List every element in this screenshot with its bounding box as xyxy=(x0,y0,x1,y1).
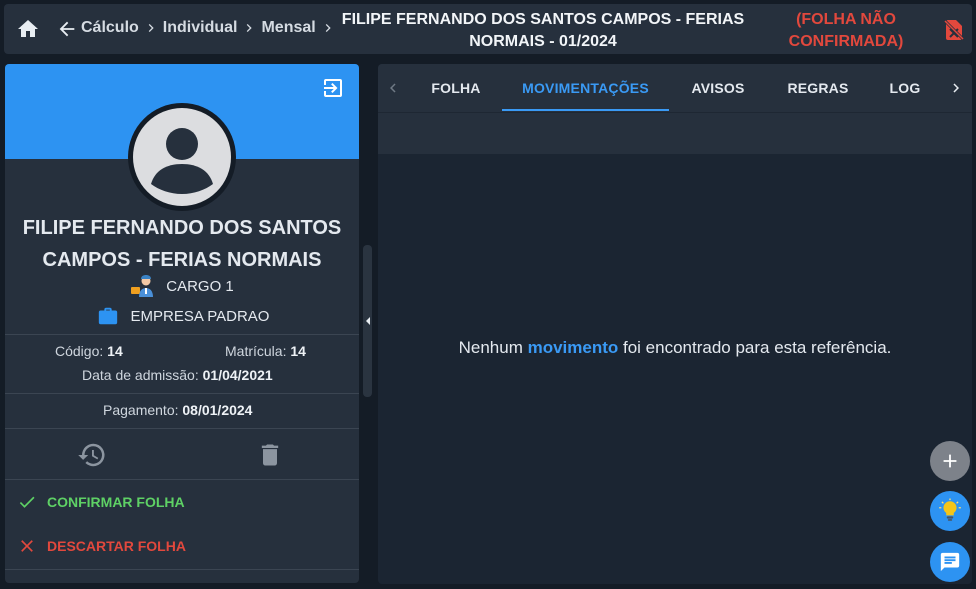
breadcrumb-item-individual[interactable]: Individual xyxy=(163,19,238,37)
chevron-left-icon[interactable] xyxy=(381,76,405,100)
divider xyxy=(5,428,359,429)
chevron-left-icon xyxy=(366,317,370,325)
tab-regras[interactable]: REGRAS xyxy=(776,64,860,112)
chevron-right-icon[interactable] xyxy=(944,76,968,100)
discard-payroll-label: DESCARTAR FOLHA xyxy=(47,538,186,554)
check-icon xyxy=(17,492,37,512)
document-off-icon[interactable] xyxy=(942,18,966,42)
employee-name: FILIPE FERNANDO DOS SANTOS CAMPOS - FERI… xyxy=(22,217,342,271)
top-bar: Cálculo Individual Mensal FILIPE FERNAND… xyxy=(4,4,972,54)
tab-avisos[interactable]: AVISOS xyxy=(676,64,760,112)
panel-splitter[interactable] xyxy=(363,245,372,397)
breadcrumb-item-mensal[interactable]: Mensal xyxy=(261,19,315,37)
tab-movimentacoes[interactable]: MOVIMENTAÇÕES xyxy=(502,64,669,112)
tips-button[interactable] xyxy=(930,491,970,531)
empresa-row: EMPRESA PADRAO xyxy=(5,304,359,328)
page-title: FILIPE FERNANDO DOS SANTOS CAMPOS - FERI… xyxy=(341,11,745,50)
tab-log[interactable]: LOG xyxy=(872,64,938,112)
home-icon[interactable] xyxy=(16,17,40,41)
trash-icon[interactable] xyxy=(255,440,285,470)
breadcrumb: Cálculo Individual Mensal xyxy=(81,19,340,37)
chat-button[interactable] xyxy=(930,542,970,582)
add-button[interactable] xyxy=(930,441,970,481)
matricula-label: Matrícula: xyxy=(225,343,287,359)
codigo-field: Código: 14 xyxy=(55,343,123,359)
divider xyxy=(5,393,359,394)
cargo-label: CARGO 1 xyxy=(166,277,234,295)
codigo-label: Código: xyxy=(55,343,104,359)
plus-icon xyxy=(943,454,957,468)
employee-panel: FILIPE FERNANDO DOS SANTOS CAMPOS - FERI… xyxy=(5,64,359,583)
chat-icon xyxy=(940,552,960,572)
empresa-label: EMPRESA PADRAO xyxy=(130,307,270,325)
pagamento-label: Pagamento: xyxy=(103,402,179,418)
matricula-field: Matrícula: 14 xyxy=(225,343,306,359)
restore-icon[interactable] xyxy=(77,440,107,470)
tab-bar: FOLHA MOVIMENTAÇÕES AVISOS REGRAS LOG xyxy=(378,64,972,112)
matricula-value: 14 xyxy=(290,343,306,359)
person-icon xyxy=(133,108,231,206)
worker-icon xyxy=(130,274,156,298)
chevron-right-icon xyxy=(240,19,258,37)
chevron-right-icon xyxy=(142,19,160,37)
cargo-row: CARGO 1 xyxy=(5,274,359,298)
empty-state-prefix: Nenhum xyxy=(458,338,528,357)
empty-state-highlight: movimento xyxy=(527,338,619,357)
exit-icon[interactable] xyxy=(321,76,345,100)
avatar xyxy=(128,103,236,211)
admissao-field: Data de admissão: 01/04/2021 xyxy=(82,367,273,383)
confirm-payroll-button[interactable]: CONFIRMAR FOLHA xyxy=(5,480,359,524)
discard-payroll-button[interactable]: DESCARTAR FOLHA xyxy=(5,524,359,568)
arrow-left-icon[interactable] xyxy=(56,18,78,40)
divider xyxy=(5,334,359,335)
pagamento-value: 08/01/2024 xyxy=(182,402,253,418)
admissao-label: Data de admissão: xyxy=(82,367,199,383)
lightbulb-icon xyxy=(939,498,961,521)
admissao-value: 01/04/2021 xyxy=(202,367,273,383)
breadcrumb-item-calculo[interactable]: Cálculo xyxy=(81,19,139,37)
close-icon xyxy=(17,536,37,556)
briefcase-icon xyxy=(95,304,121,328)
confirm-payroll-label: CONFIRMAR FOLHA xyxy=(47,494,185,510)
content-panel: FOLHA MOVIMENTAÇÕES AVISOS REGRAS LOG Ne… xyxy=(378,64,972,584)
status-badge: (FOLHA NÃO CONFIRMADA) xyxy=(788,11,904,50)
codigo-value: 14 xyxy=(107,343,123,359)
empty-state-suffix: foi encontrado para esta referência. xyxy=(618,338,892,357)
pagamento-field: Pagamento: 08/01/2024 xyxy=(103,402,252,418)
empty-state-message: Nenhum movimento foi encontrado para est… xyxy=(378,338,972,358)
active-tab-indicator xyxy=(502,109,669,111)
tab-folha[interactable]: FOLHA xyxy=(416,64,496,112)
sub-toolbar xyxy=(378,112,972,154)
divider xyxy=(5,569,359,570)
